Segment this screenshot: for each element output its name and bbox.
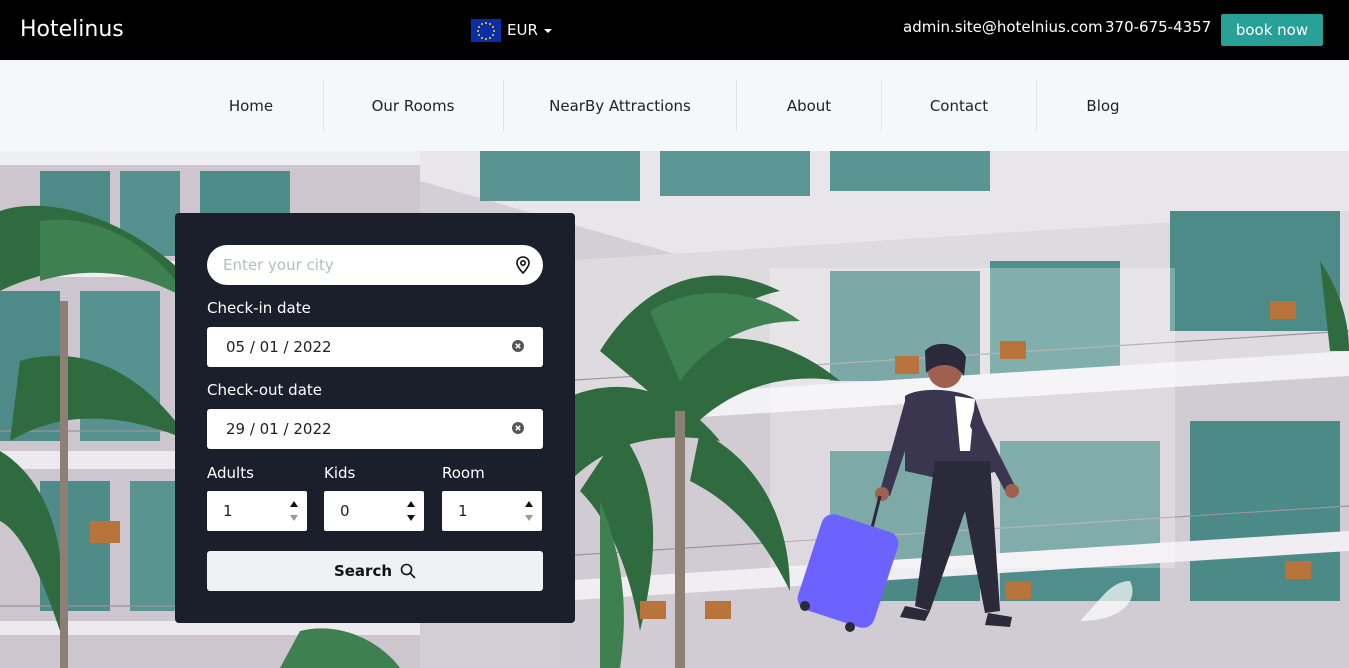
nav-item-our-rooms[interactable]: Our Rooms [324, 60, 502, 151]
checkin-label: Check-in date [207, 299, 311, 317]
checkout-value: 29 / 01 / 2022 [226, 420, 332, 438]
main-nav: Home Our Rooms NearBy Attractions About … [0, 60, 1349, 151]
top-bar: Hotelinus EUR admin.site@hotelnius.com 3… [0, 0, 1349, 60]
nav-item-nearby-attractions[interactable]: NearBy Attractions [504, 60, 736, 151]
nav-item-contact[interactable]: Contact [882, 60, 1036, 151]
search-button[interactable]: Search [207, 551, 543, 591]
search-icon [400, 563, 416, 579]
room-label: Room [442, 464, 485, 482]
currency-selector[interactable]: EUR [471, 18, 552, 42]
currency-label: EUR [507, 21, 538, 39]
checkout-field[interactable]: 29 / 01 / 2022 [207, 409, 543, 449]
contact-email[interactable]: admin.site@hotelnius.com [903, 18, 1103, 36]
search-button-label: Search [333, 562, 393, 580]
checkin-field[interactable]: 05 / 01 / 2022 [207, 327, 543, 367]
checkin-value: 05 / 01 / 2022 [226, 338, 332, 356]
contact-phone[interactable]: 370-675-4357 [1105, 18, 1211, 36]
spinner-arrows-icon[interactable] [404, 496, 418, 526]
room-stepper[interactable]: 1 [442, 491, 542, 531]
book-now-button[interactable]: book now [1221, 14, 1323, 46]
clear-icon[interactable] [512, 422, 524, 434]
clear-icon[interactable] [512, 340, 524, 352]
caret-down-icon [543, 29, 552, 33]
kids-value: 0 [340, 502, 350, 520]
nav-item-home[interactable]: Home [180, 60, 322, 151]
search-panel: Check-in date 05 / 01 / 2022 Check-out d… [175, 213, 575, 623]
city-input[interactable] [223, 254, 493, 276]
brand-logo[interactable]: Hotelinus [20, 17, 124, 42]
spinner-arrows-icon[interactable] [287, 496, 301, 526]
checkout-label: Check-out date [207, 381, 322, 399]
nav-item-blog[interactable]: Blog [1037, 60, 1169, 151]
location-pin-icon [516, 256, 530, 274]
room-value: 1 [458, 502, 468, 520]
kids-stepper[interactable]: 0 [324, 491, 424, 531]
kids-label: Kids [324, 464, 356, 482]
nav-item-about[interactable]: About [737, 60, 881, 151]
eu-flag-icon [471, 18, 501, 42]
adults-stepper[interactable]: 1 [207, 491, 307, 531]
adults-label: Adults [207, 464, 254, 482]
adults-value: 1 [223, 502, 233, 520]
spinner-arrows-icon[interactable] [522, 496, 536, 526]
city-field[interactable] [207, 245, 543, 285]
